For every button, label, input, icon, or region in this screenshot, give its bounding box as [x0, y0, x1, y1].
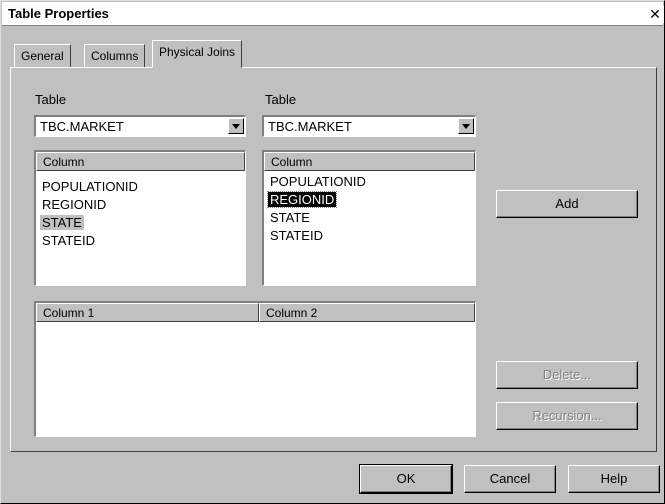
tab-columns[interactable]: Columns [84, 44, 146, 68]
recursion-button[interactable]: Recursion... [496, 402, 638, 430]
chevron-down-icon [232, 124, 240, 129]
list-item[interactable]: STATEID [268, 228, 325, 243]
list-item[interactable]: STATE [40, 215, 84, 230]
add-button-label: Add [555, 196, 579, 211]
left-table-dropdown-button[interactable] [228, 118, 244, 134]
add-button[interactable]: Add [496, 190, 638, 218]
tab-columns-label: Columns [91, 49, 139, 63]
help-button[interactable]: Help [568, 465, 660, 493]
help-button-label: Help [600, 471, 628, 486]
left-table-label: Table [35, 92, 67, 107]
left-column-header[interactable]: Column [36, 152, 245, 171]
cancel-button[interactable]: Cancel [464, 465, 556, 493]
column1-header[interactable]: Column 1 [36, 303, 259, 322]
tab-physical-joins[interactable]: Physical Joins [152, 40, 243, 68]
tab-general[interactable]: General [14, 44, 71, 68]
left-column-list[interactable]: Column POPULATIONID REGIONID STATE STATE… [34, 150, 246, 286]
column2-header[interactable]: Column 2 [259, 303, 475, 322]
delete-button[interactable]: Delete... [496, 361, 638, 389]
list-item[interactable]: REGIONID [40, 197, 108, 212]
recursion-button-label: Recursion... [532, 408, 602, 423]
close-button[interactable]: ✕ [646, 6, 664, 23]
cancel-button-label: Cancel [489, 471, 531, 486]
delete-button-label: Delete... [542, 367, 592, 382]
list-item[interactable]: REGIONID [266, 191, 338, 208]
window-title: Table Properties [8, 6, 109, 21]
ok-button-label: OK [396, 471, 416, 486]
list-item[interactable]: STATEID [40, 233, 97, 248]
tab-general-label: General [21, 49, 64, 63]
ok-button[interactable]: OK [359, 464, 453, 494]
left-table-value: TBC.MARKET [40, 119, 124, 134]
list-item[interactable]: STATE [268, 210, 312, 225]
right-table-dropdown-button[interactable] [458, 118, 474, 134]
left-table-select[interactable]: TBC.MARKET [34, 115, 246, 137]
right-table-select[interactable]: TBC.MARKET [262, 115, 476, 137]
list-item[interactable]: POPULATIONID [40, 179, 140, 194]
list-item[interactable]: POPULATIONID [268, 174, 368, 189]
chevron-down-icon [462, 124, 470, 129]
joins-list[interactable]: Column 1 Column 2 [34, 301, 476, 437]
close-icon: ✕ [649, 6, 661, 22]
right-table-label: Table [265, 92, 297, 107]
tab-physical-joins-label: Physical Joins [159, 45, 236, 59]
right-column-header[interactable]: Column [264, 152, 475, 171]
right-column-list[interactable]: Column POPULATIONID REGIONID STATE STATE… [262, 150, 476, 286]
title-bar[interactable]: Table Properties ✕ [2, 2, 664, 26]
right-table-value: TBC.MARKET [268, 119, 352, 134]
